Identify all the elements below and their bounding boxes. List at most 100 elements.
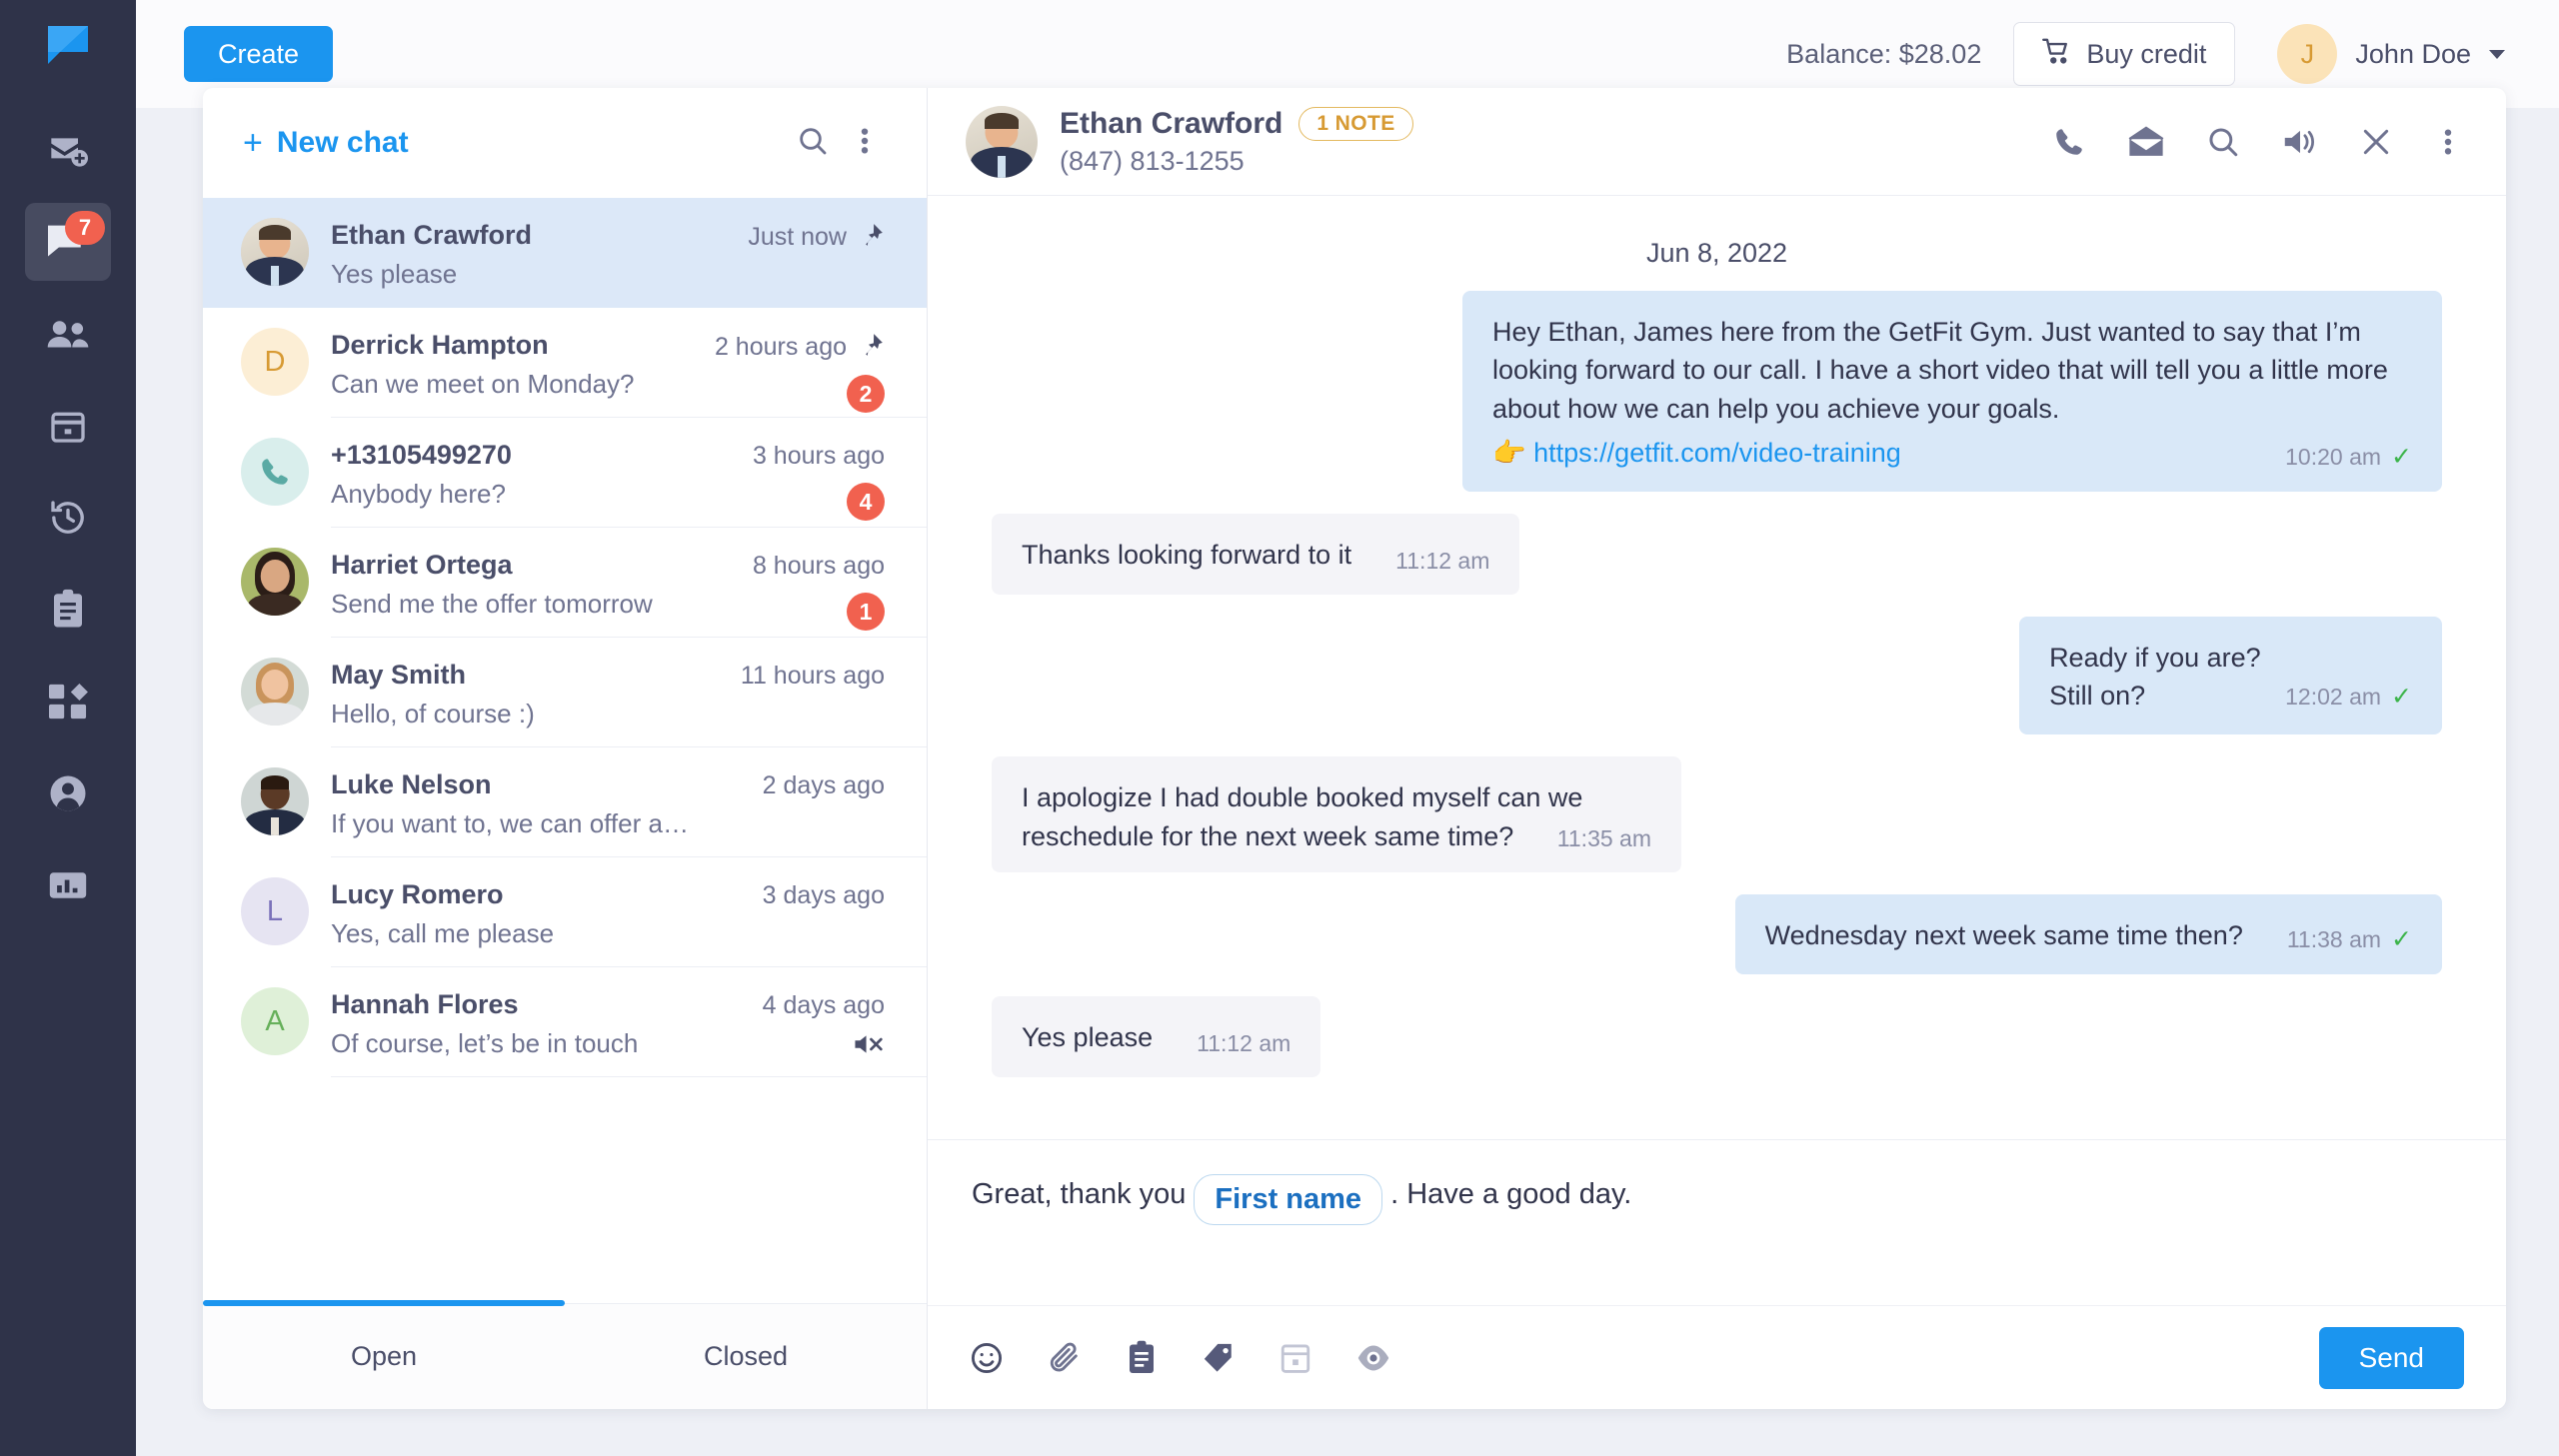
message-bubble[interactable]: Yes please 11:12 am [992, 996, 1321, 1077]
list-item-text: Ethan Crawford Yes please [331, 218, 693, 290]
message-text: Yes please [1022, 1022, 1154, 1053]
composer-toolbar: Send [928, 1305, 2506, 1409]
call-icon[interactable] [2052, 125, 2086, 159]
create-button[interactable]: Create [184, 26, 334, 82]
avatar [966, 105, 1038, 178]
avatar [241, 767, 309, 835]
phone-icon [262, 459, 288, 485]
sidebar-item-reports[interactable] [25, 846, 111, 924]
timestamp: 11 hours ago [740, 662, 885, 690]
message-row: Hey Ethan, James here from the GetFit Gy… [992, 291, 2442, 493]
pin-icon [859, 332, 885, 363]
timestamp: 8 hours ago [752, 552, 885, 580]
list-item[interactable]: A Hannah Flores Of course, let’s be in t… [203, 967, 927, 1077]
app-card: + New chat Ethan Crawford Yes please Jus… [203, 88, 2506, 1409]
more-vertical-icon[interactable] [851, 125, 879, 162]
close-icon[interactable] [2360, 126, 2392, 158]
timestamp: 12:02 am [2285, 683, 2382, 710]
new-chat-button[interactable]: + New chat [243, 124, 409, 163]
chat-list-tabs: Open Closed [203, 1300, 927, 1409]
user-menu[interactable]: J John Doe [2277, 24, 2505, 84]
buy-credit-label: Buy credit [2086, 38, 2207, 69]
list-item-meta: 4 days ago [715, 987, 885, 1063]
message-composer: Great, thank you First name . Have a goo… [928, 1139, 2506, 1409]
message-bubble[interactable]: Hey Ethan, James here from the GetFit Gy… [1462, 291, 2442, 493]
list-item[interactable]: Luke Nelson If you want to, we can offer… [203, 747, 927, 857]
merge-tag-first-name[interactable]: First name [1194, 1174, 1383, 1225]
sidebar-item-chats[interactable]: 7 [25, 203, 111, 281]
search-icon[interactable] [2206, 125, 2240, 159]
list-item-meta: 8 hours ago 1 [715, 548, 885, 631]
timestamp: 4 days ago [762, 991, 885, 1019]
tab-closed[interactable]: Closed [565, 1304, 927, 1409]
attachment-icon[interactable] [1048, 1341, 1082, 1375]
message-text: Hey Ethan, James here from the GetFit Gy… [1492, 317, 2388, 424]
list-item-text: Hannah Flores Of course, let’s be in tou… [331, 987, 693, 1059]
list-item-text: Lucy Romero Yes, call me please [331, 877, 693, 949]
search-icon[interactable] [797, 125, 829, 162]
tag-icon[interactable] [1202, 1341, 1236, 1375]
timestamp: Just now [748, 223, 847, 251]
list-item[interactable]: +13105499270 Anybody here? 3 hours ago 4 [203, 418, 927, 528]
volume-icon[interactable] [2282, 126, 2318, 158]
list-item-meta: Just now [715, 218, 885, 253]
send-button[interactable]: Send [2318, 1326, 2464, 1389]
emoji-icon[interactable] [970, 1341, 1004, 1375]
left-nav-rail: 7 [0, 0, 136, 1456]
date-separator: Jun 8, 2022 [1645, 238, 1788, 268]
list-item[interactable]: May Smith Hello, of course :) 11 hours a… [203, 638, 927, 747]
message-meta: 11:12 am [1197, 1030, 1290, 1057]
sidebar-item-new-email[interactable] [25, 111, 111, 189]
unread-badge: 2 [847, 375, 885, 413]
list-item-meta: 2 days ago [715, 767, 885, 800]
list-item[interactable]: L Lucy Romero Yes, call me please 3 days… [203, 857, 927, 967]
contact-name: Hannah Flores [331, 989, 519, 1019]
delivered-check-icon: ✓ [2391, 682, 2412, 711]
mail-icon[interactable] [2128, 125, 2164, 158]
list-item[interactable]: Ethan Crawford Yes please Just now [203, 198, 927, 308]
contact-name: Ethan Crawford [331, 220, 533, 250]
timestamp: 11:35 am [1556, 824, 1651, 851]
message-bubble[interactable]: I apologize I had double booked myself c… [992, 756, 1681, 872]
chevron-down-icon [2489, 49, 2505, 59]
contact-name: Derrick Hampton [331, 330, 549, 360]
message-row: Wednesday next week same time then? 11:3… [992, 893, 2442, 975]
tab-open[interactable]: Open [203, 1304, 565, 1409]
message-bubble[interactable]: Ready if you are? Still on? 12:02 am ✓ [2019, 616, 2442, 735]
message-bubble[interactable]: Wednesday next week same time then? 11:3… [1734, 893, 2442, 975]
message-preview: If you want to, we can offer a new de... [331, 808, 693, 838]
sidebar-item-clipboard[interactable] [25, 571, 111, 649]
message-input[interactable]: Great, thank you First name . Have a goo… [928, 1140, 2506, 1305]
list-item[interactable]: Harriet Ortega Send me the offer tomorro… [203, 528, 927, 638]
message-row: I apologize I had double booked myself c… [992, 756, 2442, 872]
sidebar-item-history[interactable] [25, 479, 111, 557]
message-preview: Hello, of course :) [331, 699, 535, 728]
message-link[interactable]: https://getfit.com/video-training [1533, 438, 1901, 468]
chat-list-items: Ethan Crawford Yes please Just now D Der… [203, 198, 927, 1303]
timestamp: 10:20 am [2285, 444, 2382, 471]
buy-credit-button[interactable]: Buy credit [2013, 22, 2236, 86]
avatar: J [2277, 24, 2338, 84]
schedule-icon[interactable] [1280, 1341, 1311, 1375]
sidebar-item-contacts[interactable] [25, 295, 111, 373]
sidebar-item-account[interactable] [25, 754, 111, 832]
composer-text-before: Great, thank you [972, 1178, 1187, 1210]
status-badge[interactable]: 1 NOTE [1298, 106, 1413, 141]
conversation-actions [2052, 125, 2462, 159]
list-item[interactable]: D Derrick Hampton Can we meet on Monday?… [203, 308, 927, 418]
sidebar-item-apps[interactable] [25, 663, 111, 740]
message-link-line: 👉 https://getfit.com/video-training [1492, 434, 1901, 472]
pin-icon [859, 222, 885, 253]
sidebar-item-calendar[interactable] [25, 387, 111, 465]
list-item-text: Harriet Ortega Send me the offer tomorro… [331, 548, 693, 620]
message-text: Thanks looking forward to it [1022, 540, 1352, 571]
pointing-hand-emoji: 👉 [1492, 437, 1526, 468]
chats-unread-badge: 7 [65, 211, 105, 245]
message-row: Ready if you are? Still on? 12:02 am ✓ [992, 616, 2442, 735]
template-icon[interactable] [1126, 1340, 1158, 1376]
more-vertical-icon[interactable] [2434, 126, 2462, 158]
balance-label: Balance: $28.02 [1786, 38, 1982, 69]
message-bubble[interactable]: Thanks looking forward to it 11:12 am [992, 514, 1520, 595]
preview-icon[interactable] [1355, 1343, 1391, 1373]
timestamp: 3 days ago [762, 881, 885, 909]
